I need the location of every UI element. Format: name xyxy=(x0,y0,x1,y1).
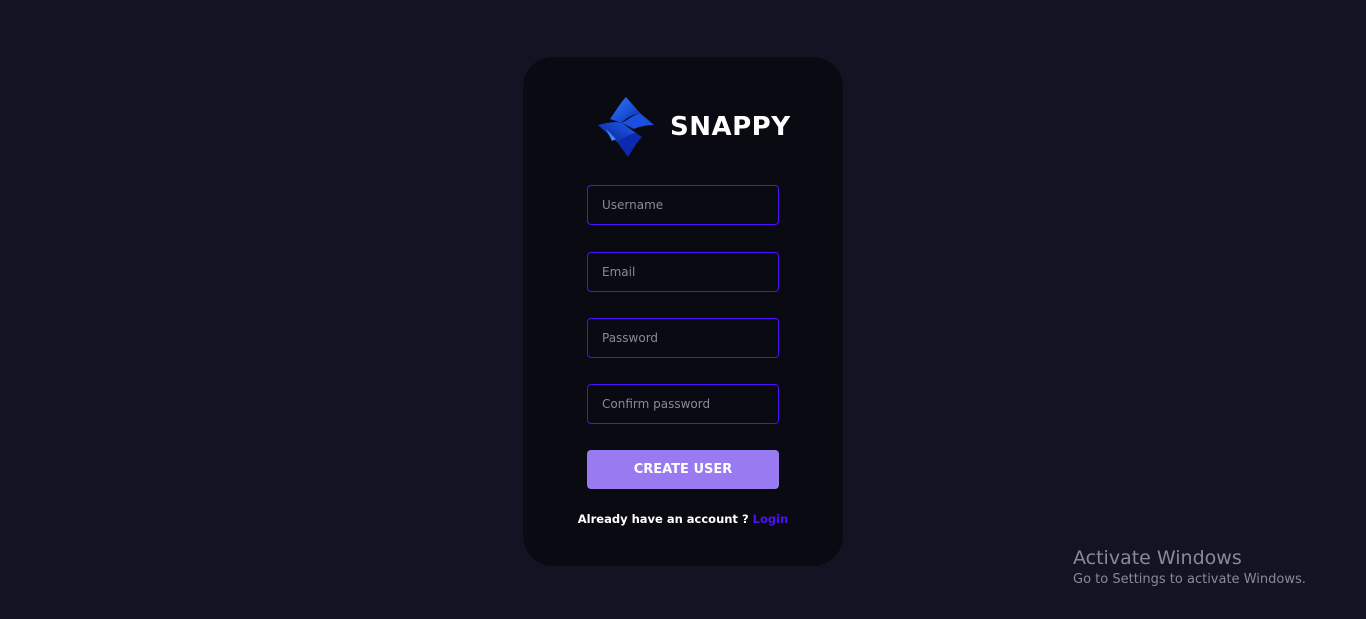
watermark-subtitle: Go to Settings to activate Windows. xyxy=(1073,572,1306,587)
brand-name: SNAPPY xyxy=(670,112,791,142)
login-prompt: Already have an account ? Login xyxy=(523,512,843,526)
password-input[interactable] xyxy=(587,318,779,358)
register-form-card: SNAPPY Create User Already have an accou… xyxy=(523,57,843,566)
login-link[interactable]: Login xyxy=(753,512,789,526)
watermark-title: Activate Windows xyxy=(1073,547,1242,569)
activate-windows-watermark: Activate Windows Go to Settings to activ… xyxy=(1073,547,1306,591)
create-user-button[interactable]: Create User xyxy=(587,450,779,489)
brand: SNAPPY xyxy=(596,95,790,159)
email-input[interactable] xyxy=(587,252,779,292)
login-prompt-text: Already have an account ? xyxy=(577,512,753,526)
username-input[interactable] xyxy=(587,185,779,225)
confirm-password-input[interactable] xyxy=(587,384,779,424)
register-page: SNAPPY Create User Already have an accou… xyxy=(0,0,1366,619)
snappy-logo-icon xyxy=(598,97,654,157)
